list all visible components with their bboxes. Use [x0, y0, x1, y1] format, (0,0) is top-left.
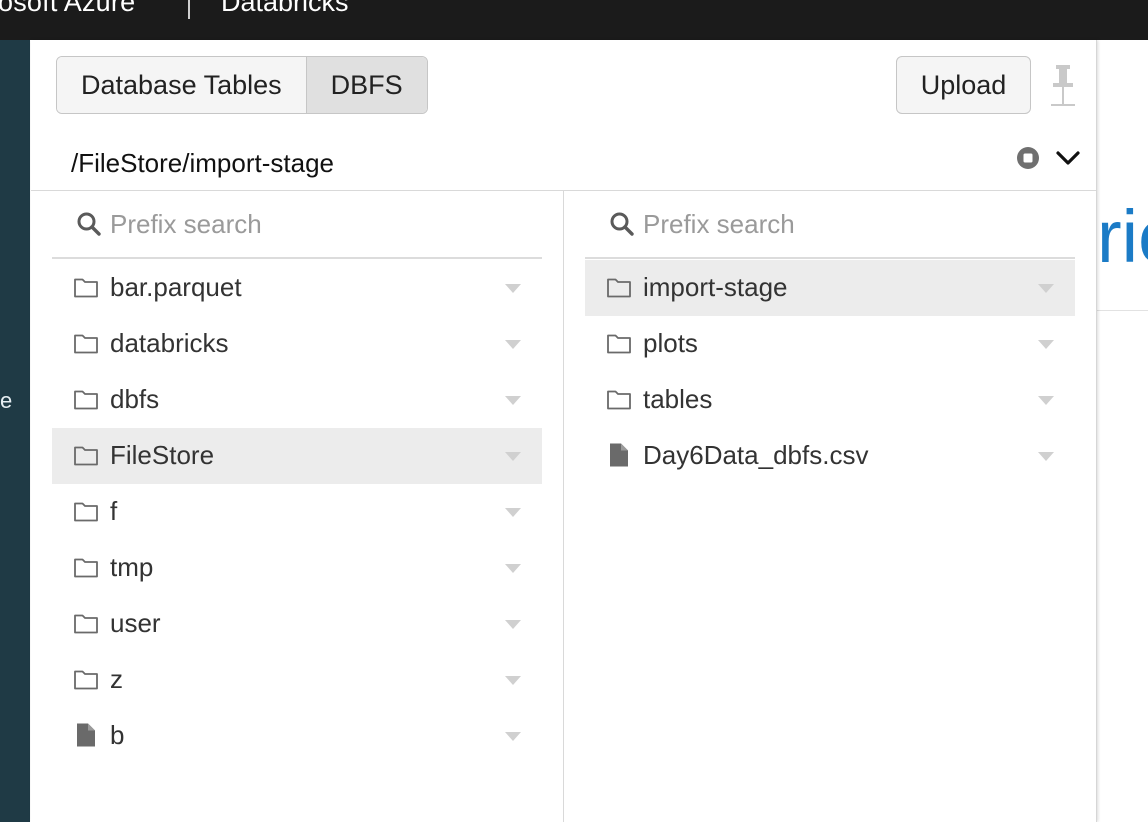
caret-down-icon[interactable]	[1038, 448, 1054, 461]
caret-down-icon[interactable]	[505, 504, 521, 517]
left-sidebar: e	[0, 40, 30, 822]
product-label: Databricks	[221, 0, 349, 17]
folder-icon	[73, 499, 99, 523]
caret-down-icon[interactable]	[505, 336, 521, 349]
top-bar: osoft Azure Databricks	[0, 0, 1148, 40]
folder-icon	[73, 555, 99, 579]
list-item-label: bar.parquet	[110, 272, 242, 302]
list-item-label: b	[110, 720, 125, 750]
search-input[interactable]	[110, 205, 530, 243]
list-item[interactable]: user	[52, 596, 542, 652]
tab-database-tables[interactable]: Database Tables	[57, 57, 306, 113]
caret-down-icon[interactable]	[505, 392, 521, 405]
list-item-label: dbfs	[110, 384, 160, 414]
search-input[interactable]	[643, 205, 1063, 243]
caret-down-icon[interactable]	[505, 280, 521, 293]
list-item-label: Day6Data_dbfs.csv	[643, 440, 869, 470]
background-page: ric	[1097, 40, 1148, 822]
right-file-list: import-stage plots tables Day6Data_dbfs.csv	[585, 260, 1075, 484]
list-item[interactable]: bar.parquet	[52, 260, 542, 316]
background-heading: ric	[1097, 195, 1148, 278]
left-search	[52, 191, 542, 259]
list-item-label: tables	[643, 384, 713, 414]
list-item-label: z	[110, 664, 123, 694]
file-icon	[606, 443, 632, 467]
list-item[interactable]: databricks	[52, 316, 542, 372]
tab-dbfs[interactable]: DBFS	[305, 57, 427, 113]
list-item-label: plots	[643, 328, 698, 358]
list-item-label: FileStore	[110, 440, 215, 470]
folder-icon	[606, 275, 632, 299]
folder-icon	[73, 331, 99, 355]
caret-down-icon[interactable]	[505, 672, 521, 685]
folder-icon	[73, 667, 99, 691]
upload-button[interactable]: Upload	[896, 56, 1031, 114]
list-item-label: import-stage	[643, 272, 788, 302]
list-item-label: user	[110, 608, 161, 638]
list-item[interactable]: b	[52, 708, 542, 764]
brand-separator	[188, 0, 190, 19]
caret-down-icon[interactable]	[505, 616, 521, 629]
source-tabs: Database Tables DBFS	[56, 56, 428, 114]
current-path: /FileStore/import-stage	[71, 148, 334, 178]
left-file-list: bar.parquet databricks dbfs FileStore f tmp us…	[52, 260, 542, 764]
list-item[interactable]: tmp	[52, 540, 542, 596]
caret-down-icon[interactable]	[1038, 392, 1054, 405]
list-item[interactable]: tables	[585, 372, 1075, 428]
file-icon	[73, 723, 99, 747]
folder-icon	[73, 275, 99, 299]
list-item-label: f	[110, 496, 118, 526]
list-item[interactable]: Day6Data_dbfs.csv	[585, 428, 1075, 484]
list-item-label: tmp	[110, 552, 154, 582]
folder-icon	[73, 387, 99, 411]
list-item[interactable]: dbfs	[52, 372, 542, 428]
list-item[interactable]: f	[52, 484, 542, 540]
right-search	[585, 191, 1075, 259]
list-item[interactable]: plots	[585, 316, 1075, 372]
search-icon	[610, 212, 634, 236]
right-pane: import-stage plots tables Day6Data_dbfs.csv	[564, 191, 1096, 822]
caret-down-icon[interactable]	[505, 728, 521, 741]
chevron-down-icon[interactable]	[1054, 146, 1082, 170]
folder-icon	[73, 611, 99, 635]
folder-icon	[606, 387, 632, 411]
stop-icon[interactable]	[1016, 146, 1040, 170]
list-item[interactable]: FileStore	[52, 428, 542, 484]
caret-down-icon[interactable]	[1038, 336, 1054, 349]
data-browser-panel: Database Tables DBFS Upload /FileStore/i…	[31, 40, 1097, 822]
folder-icon	[606, 331, 632, 355]
caret-down-icon[interactable]	[1038, 280, 1054, 293]
left-pane: bar.parquet databricks dbfs FileStore f tmp us…	[31, 191, 564, 822]
list-item[interactable]: z	[52, 652, 542, 708]
list-item[interactable]: import-stage	[585, 260, 1075, 316]
brand-label: osoft Azure	[0, 0, 136, 17]
folder-icon	[73, 443, 99, 467]
list-item-label: databricks	[110, 328, 229, 358]
sidebar-peek-text: e	[0, 388, 13, 413]
pin-icon[interactable]	[1050, 62, 1076, 108]
background-divider	[1097, 310, 1148, 311]
caret-down-icon[interactable]	[505, 448, 521, 461]
caret-down-icon[interactable]	[505, 560, 521, 573]
search-icon	[77, 212, 101, 236]
